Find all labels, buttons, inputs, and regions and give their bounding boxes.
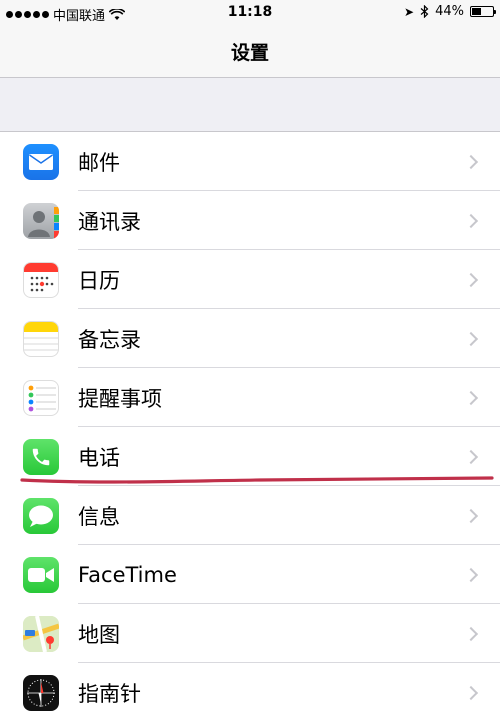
settings-row-phone[interactable]: 电话 [0,427,500,486]
notes-icon [23,320,59,357]
settings-row-label: 提醒事项 [78,386,162,411]
battery-percent: 44% [435,4,464,19]
settings-row-label: 日历 [78,268,120,293]
chevron-right-icon [463,626,479,641]
facetime-icon [23,556,59,593]
settings-list: 邮件 通讯录 日历 备忘录 提醒事项 电话 信息 FaceTime 地图 指南针 [0,131,500,711]
status-bar: 中国联通 11:18 ➤ 44% [0,0,500,26]
messages-icon [23,497,59,534]
status-right: ➤ 44% [404,4,496,19]
chevron-right-icon [463,213,479,228]
reminders-icon [23,379,59,416]
bluetooth-icon [420,4,429,19]
settings-row-notes[interactable]: 备忘录 [0,309,500,368]
settings-row-label: FaceTime [78,562,177,587]
chevron-right-icon [463,272,479,287]
settings-row-mail[interactable]: 邮件 [0,132,500,191]
chevron-right-icon [463,449,479,464]
settings-row-label: 电话 [78,445,120,470]
settings-row-messages[interactable]: 信息 [0,486,500,545]
contacts-icon [23,202,59,239]
settings-row-label: 地图 [78,622,120,647]
settings-row-label: 备忘录 [78,327,141,352]
navigation-bar: 设置 [0,26,500,78]
settings-row-reminders[interactable]: 提醒事项 [0,368,500,427]
mail-icon [23,143,59,180]
settings-row-maps[interactable]: 地图 [0,604,500,663]
settings-row-compass[interactable]: 指南针 [0,663,500,711]
settings-row-contacts[interactable]: 通讯录 [0,191,500,250]
page-title: 设置 [230,42,269,64]
chevron-right-icon [463,390,479,405]
settings-row-label: 邮件 [78,150,120,175]
settings-row-calendar[interactable]: 日历 [0,250,500,309]
chevron-right-icon [463,508,479,523]
settings-row-facetime[interactable]: FaceTime [0,545,500,604]
settings-row-label: 信息 [78,504,120,529]
calendar-icon [23,261,59,298]
location-arrow-icon: ➤ [404,4,415,19]
chevron-right-icon [463,331,479,346]
compass-icon [23,674,59,711]
settings-row-label: 通讯录 [78,209,141,234]
chevron-right-icon [463,567,479,582]
chevron-right-icon [463,685,479,700]
phone-icon [23,438,59,475]
chevron-right-icon [463,154,479,169]
battery-icon [470,6,496,17]
settings-row-label: 指南针 [78,681,141,706]
maps-icon [23,615,59,652]
